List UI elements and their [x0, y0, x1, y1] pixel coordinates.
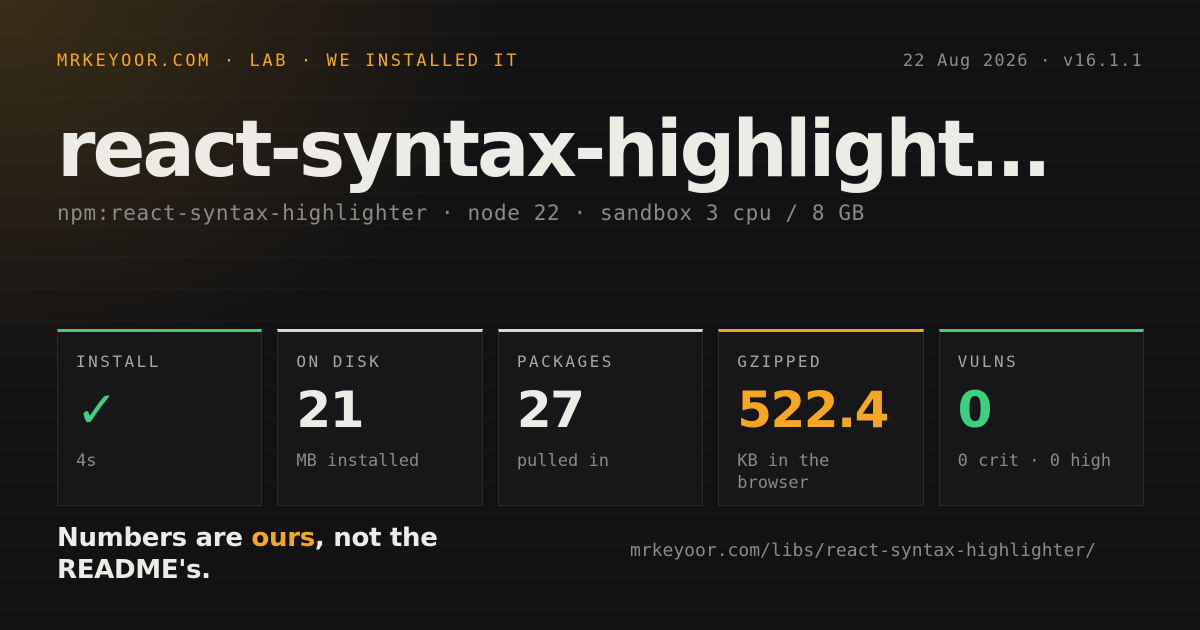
stat-card-gzipped: GZIPPED 522.4 KB in the browser — [718, 329, 924, 506]
stat-cards: INSTALL ✓ 4s ON DISK 21 MB installed PAC… — [57, 329, 1145, 506]
tagline: Numbers are ours, not the README's. — [57, 522, 577, 586]
stat-value: 522.4 — [737, 381, 889, 439]
stat-card-on-disk: ON DISK 21 MB installed — [277, 329, 483, 506]
top-bar: MRKEYOOR.COM · LAB · WE INSTALLED IT 22 … — [57, 49, 1143, 73]
stat-note: 4s — [76, 451, 97, 471]
stat-card-packages: PACKAGES 27 pulled in — [497, 329, 704, 506]
stat-card-install: INSTALL ✓ 4s — [57, 329, 263, 506]
stat-label: PACKAGES — [516, 352, 614, 371]
page-subtitle: npm:react-syntax-highlighter · node 22 ·… — [57, 201, 865, 225]
stat-value: 27 — [516, 381, 585, 439]
library-url[interactable]: mrkeyoor.com/libs/react-syntax-highlight… — [630, 539, 1110, 563]
stat-label: VULNS — [957, 352, 1019, 371]
tagline-start: Numbers are — [57, 523, 252, 553]
check-icon: ✓ — [76, 381, 118, 439]
stat-note: pulled in — [516, 451, 609, 471]
page-title: react-syntax-highlight… — [57, 105, 1050, 195]
stat-label: ON DISK — [296, 352, 382, 371]
stat-label: INSTALL — [76, 352, 161, 371]
breadcrumb: MRKEYOOR.COM · LAB · WE INSTALLED IT — [57, 51, 520, 71]
stat-note: MB installed — [296, 451, 420, 471]
stat-note: 0 crit · 0 high — [957, 451, 1112, 471]
stat-note: KB in the browser — [737, 451, 830, 493]
stat-label: GZIPPED — [737, 352, 823, 371]
date-version: 22 Aug 2026 · v16.1.1 — [902, 51, 1143, 71]
stat-card-vulns: VULNS 0 0 crit · 0 high — [938, 329, 1145, 506]
stat-value: 0 — [957, 381, 993, 439]
stat-value: 21 — [296, 381, 364, 439]
tagline-highlight: ours — [251, 523, 315, 553]
